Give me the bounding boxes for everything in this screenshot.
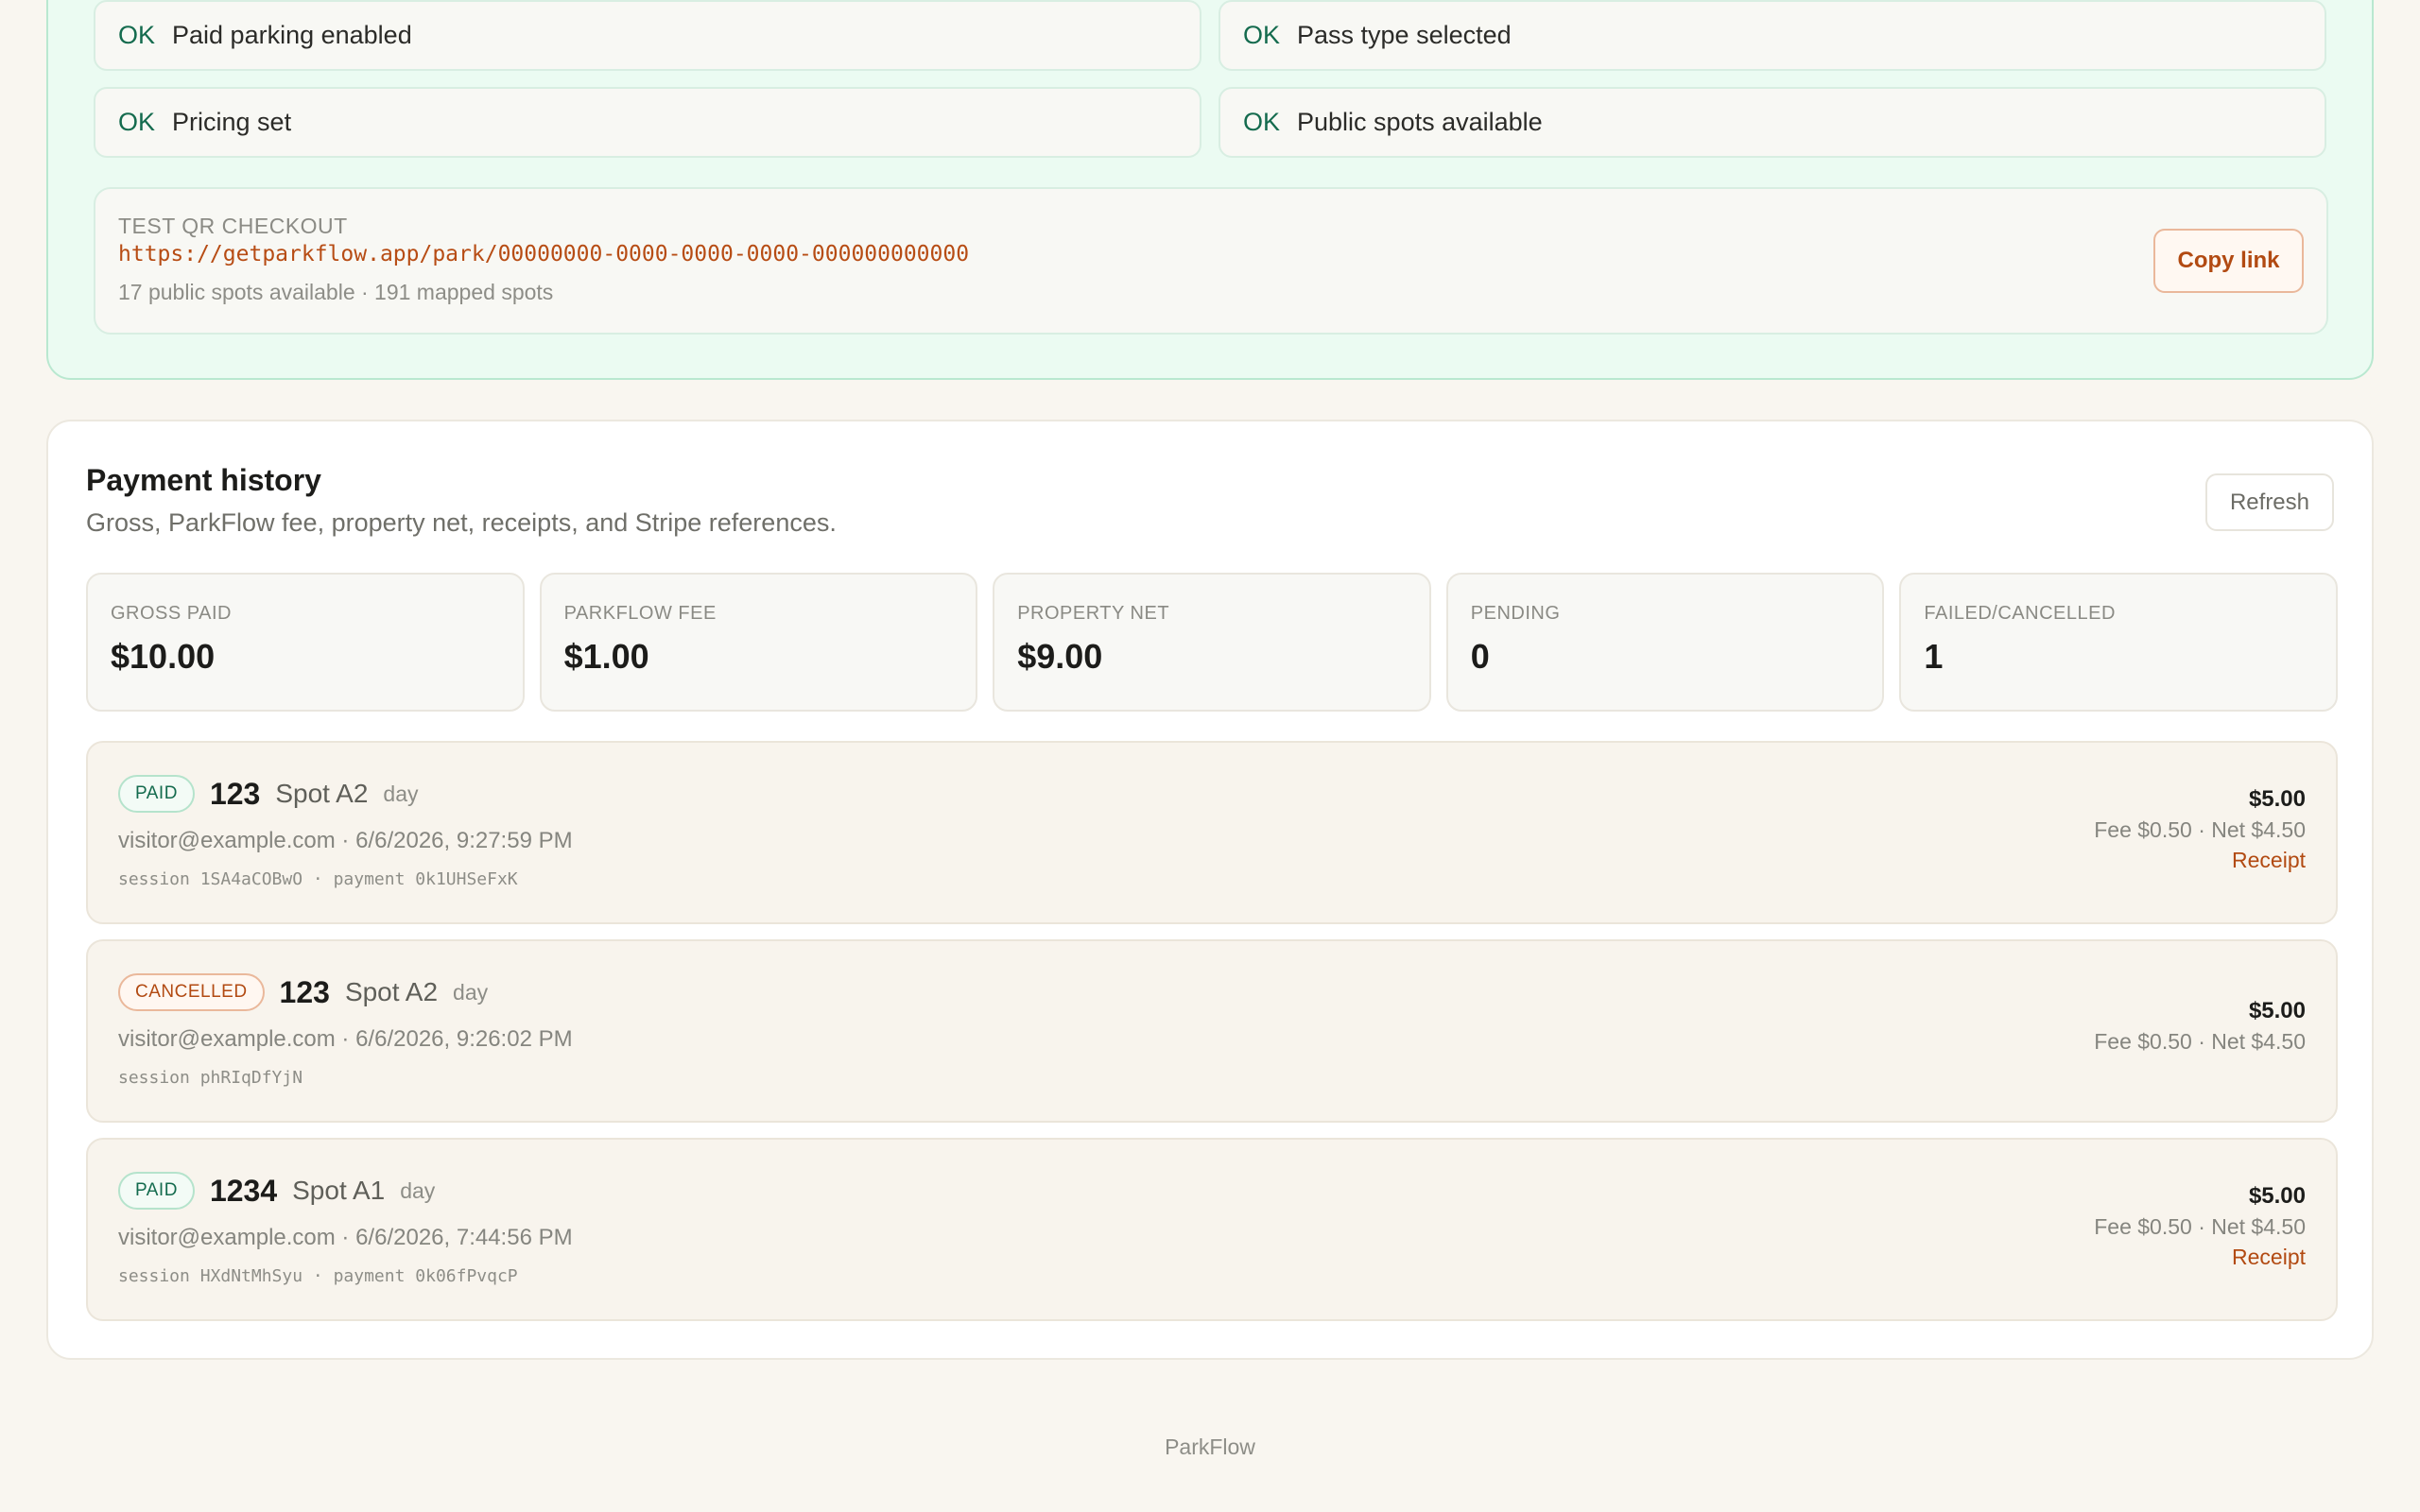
check-label: Public spots available: [1297, 108, 1543, 136]
spot-name: Spot A2: [275, 779, 369, 808]
payment-meta: visitor@example.com · 6/6/2026, 7:44:56 …: [118, 1225, 573, 1250]
payment-meta: visitor@example.com · 6/6/2026, 9:27:59 …: [118, 828, 573, 853]
license-plate: 1234: [209, 1173, 278, 1208]
stripe-reference: session HXdNtMhSyu · payment 0k06fPvqcP: [118, 1266, 518, 1286]
check-label: Paid parking enabled: [172, 21, 412, 49]
payment-amounts: $5.00 Fee $0.50 · Net $4.50: [2094, 996, 2306, 1057]
status-badge: PAID: [118, 1172, 195, 1210]
payment-amount: $5.00: [2248, 786, 2306, 812]
payment-history-subtitle: Gross, ParkFlow fee, property net, recei…: [86, 508, 837, 537]
stat-label: GROSS PAID: [111, 603, 232, 624]
payment-stats: GROSS PAID $10.00 PARKFLOW FEE $1.00 PRO…: [86, 573, 2338, 712]
stat-pending: PENDING 0: [1445, 573, 1885, 712]
stat-parkflow-fee: PARKFLOW FEE $1.00: [539, 573, 978, 712]
check-pricing: OK Pricing set: [94, 87, 1201, 158]
footer-brand: ParkFlow: [1165, 1435, 1255, 1459]
receipt-link[interactable]: Receipt: [2094, 1242, 2306, 1272]
readiness-checks: OK Paid parking enabled OK Pass type sel…: [94, 0, 2328, 158]
qr-checkout-meta: 17 public spots available · 191 mapped s…: [118, 280, 554, 304]
check-pass-type: OK Pass type selected: [1219, 0, 2326, 71]
stripe-reference: session 1SA4aCOBwO · payment 0k1UHSeFxK: [118, 869, 518, 889]
payment-row: CANCELLED 123 Spot A2 day visitor@exampl…: [86, 939, 2338, 1123]
payment-meta: visitor@example.com · 6/6/2026, 9:26:02 …: [118, 1026, 573, 1052]
refresh-button[interactable]: Refresh: [2205, 473, 2334, 531]
qr-checkout-box: TEST QR CHECKOUT https://getparkflow.app…: [94, 187, 2328, 335]
check-public-spots: OK Public spots available: [1219, 87, 2326, 158]
payment-amount: $5.00: [2248, 1183, 2306, 1209]
payment-head: CANCELLED 123 Spot A2 day: [118, 973, 488, 1011]
check-status: OK: [1243, 21, 1281, 49]
spot-name: Spot A1: [292, 1176, 386, 1205]
fee-net: Fee $0.50 · Net $4.50: [2094, 1029, 2306, 1054]
readiness-panel: OK Paid parking enabled OK Pass type sel…: [46, 0, 2374, 380]
license-plate: 123: [209, 776, 261, 811]
qr-checkout-url[interactable]: https://getparkflow.app/park/00000000-00…: [118, 242, 969, 266]
stat-value: 1: [1924, 637, 1944, 676]
check-status: OK: [118, 21, 156, 49]
spot-name: Spot A2: [344, 977, 439, 1006]
payment-list: PAID 123 Spot A2 day visitor@example.com…: [86, 741, 2338, 1336]
payment-amounts: $5.00 Fee $0.50 · Net $4.50 Receipt: [2094, 784, 2306, 875]
payment-row: PAID 123 Spot A2 day visitor@example.com…: [86, 741, 2338, 924]
stat-failed-cancelled: FAILED/CANCELLED 1: [1899, 573, 2338, 712]
stat-gross-paid: GROSS PAID $10.00: [86, 573, 525, 712]
status-badge: CANCELLED: [118, 973, 265, 1011]
payment-amount: $5.00: [2248, 998, 2306, 1023]
check-status: OK: [118, 108, 156, 136]
license-plate: 123: [279, 974, 330, 1009]
payment-history-card: Payment history Gross, ParkFlow fee, pro…: [46, 420, 2374, 1360]
pass-type: day: [400, 1177, 436, 1203]
stat-label: PARKFLOW FEE: [563, 603, 717, 624]
fee-net: Fee $0.50 · Net $4.50: [2094, 817, 2306, 842]
receipt-link[interactable]: Receipt: [2094, 845, 2306, 875]
check-paid-parking: OK Paid parking enabled: [94, 0, 1201, 71]
fee-net: Fee $0.50 · Net $4.50: [2094, 1214, 2306, 1239]
payment-head: PAID 1234 Spot A1 day: [118, 1172, 435, 1210]
pass-type: day: [383, 781, 419, 806]
stat-value: $10.00: [111, 637, 216, 676]
pass-type: day: [453, 979, 489, 1005]
stat-value: 0: [1470, 637, 1490, 676]
payment-history-title: Payment history: [86, 463, 321, 497]
check-status: OK: [1243, 108, 1281, 136]
stat-label: PROPERTY NET: [1017, 603, 1170, 624]
stripe-reference: session phRIqDfYjN: [118, 1068, 303, 1088]
copy-link-button[interactable]: Copy link: [2153, 229, 2304, 293]
stat-value: $9.00: [1017, 637, 1103, 676]
payment-amounts: $5.00 Fee $0.50 · Net $4.50 Receipt: [2094, 1181, 2306, 1272]
payment-row: PAID 1234 Spot A1 day visitor@example.co…: [86, 1138, 2338, 1321]
stat-property-net: PROPERTY NET $9.00: [993, 573, 1431, 712]
stat-value: $1.00: [563, 637, 649, 676]
stat-label: FAILED/CANCELLED: [1924, 603, 2116, 624]
check-label: Pass type selected: [1297, 21, 1512, 49]
payment-head: PAID 123 Spot A2 day: [118, 775, 419, 813]
status-badge: PAID: [118, 775, 195, 813]
stat-label: PENDING: [1470, 603, 1561, 624]
check-label: Pricing set: [172, 108, 292, 136]
qr-checkout-label: TEST QR CHECKOUT: [118, 214, 348, 238]
